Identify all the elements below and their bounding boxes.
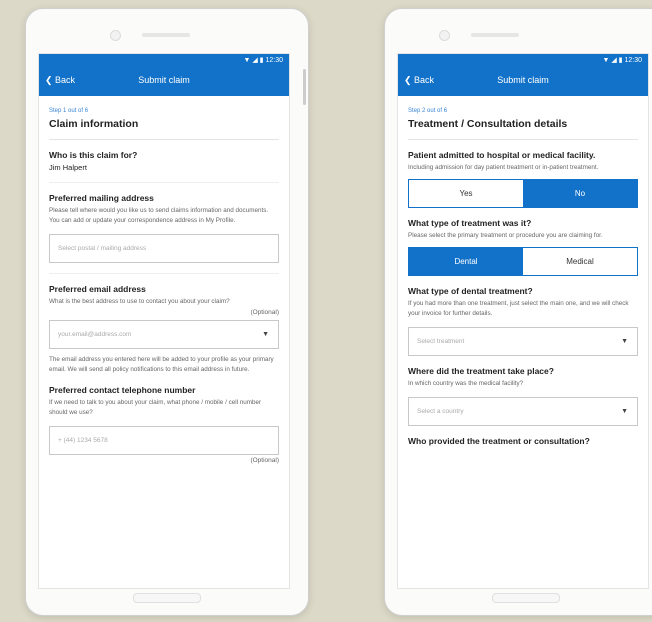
treatment-details-screen: ▼ ◢ ▮ 12:30 ❮ Back Submit claim Step 2 o… xyxy=(397,53,649,589)
who-label: Who is this claim for? xyxy=(49,150,138,160)
divider xyxy=(49,273,279,274)
app-bar: ❮ Back Submit claim xyxy=(39,68,289,96)
yes-option[interactable]: Yes xyxy=(409,180,523,207)
admitted-help: Including admission for day patient trea… xyxy=(408,164,599,171)
treatment-type-label: What type of treatment was it? xyxy=(408,218,532,228)
front-camera-icon xyxy=(439,30,450,41)
front-camera-icon xyxy=(110,30,121,41)
speaker-grille xyxy=(471,33,519,37)
mailing-address-help: Please tell where would you like us to s… xyxy=(49,207,269,224)
medical-option[interactable]: Medical xyxy=(523,248,637,275)
phone-frame-right: ▼ ◢ ▮ 12:30 ❮ Back Submit claim Step 2 o… xyxy=(384,8,652,616)
dental-treatment-dropdown[interactable]: Select treatment ▼ xyxy=(408,327,638,356)
email-placeholder: your.email@address.com xyxy=(58,331,132,338)
email-optional-tag: (Optional) xyxy=(250,309,279,316)
claim-information-screen: ▼ ◢ ▮ 12:30 ❮ Back Submit claim Step 1 o… xyxy=(38,53,290,589)
speaker-grille xyxy=(142,33,190,37)
who-provided-label: Who provided the treatment or consultati… xyxy=(408,436,590,446)
mailing-address-label: Preferred mailing address xyxy=(49,193,154,203)
phone-placeholder: + (44) 1234 5678 xyxy=(58,437,108,444)
home-button[interactable] xyxy=(133,593,201,603)
mailing-address-placeholder: Select postal / mailing address xyxy=(58,245,147,252)
treatment-type-help: Please select the primary treatment or p… xyxy=(408,232,603,239)
divider xyxy=(49,182,279,183)
chevron-down-icon: ▼ xyxy=(621,338,628,345)
page-title: Claim information xyxy=(49,118,279,140)
side-button xyxy=(303,69,306,105)
dental-type-label: What type of dental treatment? xyxy=(408,286,533,296)
home-button[interactable] xyxy=(492,593,560,603)
dental-option[interactable]: Dental xyxy=(409,248,523,275)
dental-type-help: If you had more than one treatment, just… xyxy=(408,300,629,317)
phone-label: Preferred contact telephone number xyxy=(49,385,196,395)
phone-help: If we need to talk to you about your cla… xyxy=(49,399,262,416)
phone-input[interactable]: + (44) 1234 5678 xyxy=(49,426,279,455)
email-help: What is the best address to use to conta… xyxy=(49,298,230,305)
step-indicator: Step 2 out of 6 xyxy=(408,108,448,114)
dental-treatment-placeholder: Select treatment xyxy=(417,338,465,345)
who-value: Jim Halpert xyxy=(49,163,87,172)
country-placeholder: Select a country xyxy=(417,408,464,415)
admitted-toggle: Yes No xyxy=(408,179,638,208)
phone-optional-tag: (Optional) xyxy=(250,457,279,464)
country-dropdown[interactable]: Select a country ▼ xyxy=(408,397,638,426)
step-indicator: Step 1 out of 6 xyxy=(49,108,89,114)
email-dropdown[interactable]: your.email@address.com ▼ xyxy=(49,320,279,349)
email-note: The email address you entered here will … xyxy=(49,356,274,373)
chevron-down-icon: ▼ xyxy=(621,408,628,415)
no-option[interactable]: No xyxy=(523,180,637,207)
page-title: Treatment / Consultation details xyxy=(408,118,638,140)
mailing-address-select[interactable]: Select postal / mailing address xyxy=(49,234,279,263)
admitted-label: Patient admitted to hospital or medical … xyxy=(408,150,596,160)
chevron-down-icon: ▼ xyxy=(262,331,269,338)
where-help: In which country was the medical facilit… xyxy=(408,380,524,387)
email-label: Preferred email address xyxy=(49,284,146,294)
phone-frame-left: ▼ ◢ ▮ 12:30 ❮ Back Submit claim Step 1 o… xyxy=(25,8,309,616)
status-bar: ▼ ◢ ▮ 12:30 xyxy=(39,54,289,68)
treatment-type-toggle: Dental Medical xyxy=(408,247,638,276)
app-bar: ❮ Back Submit claim xyxy=(398,68,648,96)
app-title: Submit claim xyxy=(497,75,549,85)
app-title: Submit claim xyxy=(138,75,190,85)
status-bar: ▼ ◢ ▮ 12:30 xyxy=(398,54,648,68)
where-label: Where did the treatment take place? xyxy=(408,366,554,376)
